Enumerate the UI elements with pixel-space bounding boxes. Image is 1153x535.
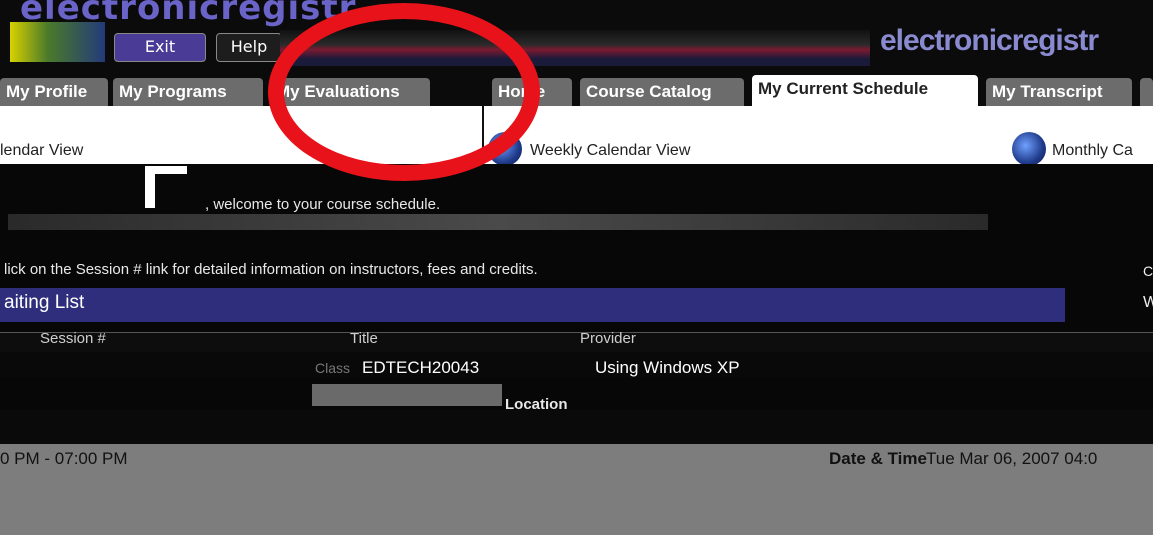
- right-edge-text: C: [1143, 263, 1153, 279]
- column-header-provider: Provider: [580, 330, 636, 347]
- welcome-message: , welcome to your course schedule.: [205, 196, 441, 213]
- help-button[interactable]: Help: [216, 33, 282, 62]
- exit-button[interactable]: Exit: [114, 33, 206, 62]
- brand-logo-right: electronicregistr: [880, 24, 1099, 57]
- table-row: [0, 352, 1153, 378]
- logo-text: electronicregistr: [20, 0, 357, 28]
- highlight-oval-annotation: [268, 3, 540, 181]
- monthly-calendar-view-link[interactable]: Monthly Ca: [1052, 142, 1133, 160]
- tab-my-programs[interactable]: My Programs: [113, 78, 263, 106]
- calendar-view-link[interactable]: lendar View: [0, 142, 83, 160]
- column-header-session: Session #: [40, 330, 106, 347]
- time-range: 0 PM - 07:00 PM: [0, 449, 128, 468]
- detail-box: [312, 384, 502, 406]
- datetime-label: Date & Time: [829, 449, 927, 468]
- course-title: Using Windows XP: [595, 358, 740, 377]
- column-header-row: [0, 332, 1153, 353]
- instructions-text: lick on the Session # link for detailed …: [4, 261, 538, 278]
- user-name-placeholder-top: [145, 166, 187, 174]
- tab-my-profile[interactable]: My Profile: [0, 78, 108, 106]
- datetime-value: Tue Mar 06, 2007 04:0: [926, 449, 1098, 468]
- tab-my-transcript[interactable]: My Transcript: [986, 78, 1132, 106]
- tab-my-current-schedule[interactable]: My Current Schedule: [752, 75, 978, 106]
- tab-overflow[interactable]: [1140, 78, 1153, 106]
- waiting-list-title: aiting List: [4, 292, 85, 313]
- globe-icon-monthly: [1012, 132, 1046, 166]
- right-edge-text-2: W: [1143, 294, 1153, 311]
- row-divider: [0, 410, 1153, 444]
- session-link[interactable]: EDTECH20043: [362, 358, 479, 378]
- session-label: Class: [315, 360, 351, 376]
- column-header-title: Title: [350, 330, 378, 347]
- tab-course-catalog[interactable]: Course Catalog: [580, 78, 744, 106]
- weekly-calendar-view-link[interactable]: Weekly Calendar View: [530, 142, 690, 160]
- logo-graphic: [10, 22, 105, 62]
- waiting-list-header-bar: [0, 288, 1065, 322]
- notice-banner: [8, 214, 988, 230]
